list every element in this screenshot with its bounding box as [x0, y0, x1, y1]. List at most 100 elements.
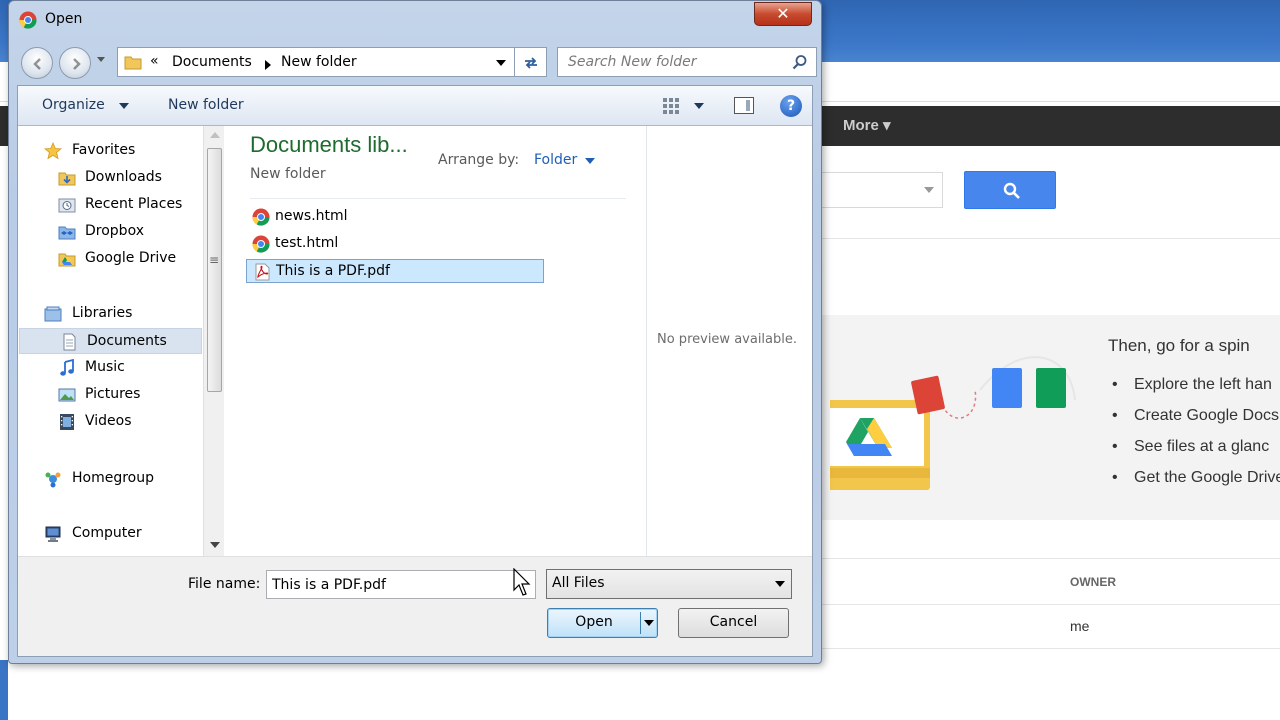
arrange-by-dropdown[interactable]: Folder [534, 152, 577, 168]
recent-locations-caret-icon[interactable] [97, 57, 105, 62]
pdf-file-icon [255, 263, 270, 281]
breadcrumb-new-folder[interactable]: New folder [281, 54, 357, 70]
back-button[interactable] [21, 47, 53, 79]
organize-caret-icon[interactable] [119, 103, 129, 109]
file-name: news.html [275, 208, 348, 224]
file-row[interactable]: test.html [246, 232, 544, 256]
promo-item: Create Google Docs [1112, 407, 1280, 438]
close-icon: ✕ [776, 4, 790, 23]
new-folder-button[interactable]: New folder [168, 97, 244, 113]
open-file-dialog: Open ✕ « Documents New folder Search New… [8, 0, 822, 664]
search-options-caret-icon[interactable] [924, 187, 934, 193]
nav-label: Homegroup [72, 470, 155, 486]
nav-videos[interactable]: Videos [18, 409, 208, 435]
file-row-selected[interactable]: This is a PDF.pdf [246, 259, 544, 283]
scroll-up-icon[interactable] [210, 132, 220, 138]
forward-button[interactable] [59, 47, 91, 79]
address-dropdown-icon[interactable] [496, 60, 506, 66]
scroll-down-icon[interactable] [210, 542, 220, 548]
drive-search-button[interactable] [964, 171, 1056, 209]
breadcrumb-documents[interactable]: Documents [172, 54, 252, 70]
search-placeholder: Search New folder [568, 54, 697, 70]
open-options-caret-icon[interactable] [644, 620, 654, 626]
promo-title: Then, go for a spin [1108, 336, 1250, 355]
command-toolbar: Organize New folder ? [18, 86, 812, 126]
nav-libraries[interactable]: Libraries [18, 301, 208, 327]
file-name: This is a PDF.pdf [276, 263, 390, 279]
organize-button[interactable]: Organize [42, 97, 105, 113]
videos-film-icon [60, 414, 74, 430]
downloads-folder-icon [58, 172, 76, 186]
pictures-icon [58, 388, 76, 402]
more-menu[interactable]: More ▾ [843, 116, 891, 134]
arrange-by-label: Arrange by: [438, 152, 520, 168]
no-preview-message: No preview available. [657, 332, 797, 347]
close-button[interactable]: ✕ [754, 2, 812, 26]
address-bar[interactable]: « Documents New folder [117, 47, 515, 77]
nav-label: Videos [85, 413, 132, 429]
nav-label: Google Drive [85, 250, 177, 266]
music-note-icon [60, 359, 74, 376]
documents-library-icon [63, 333, 76, 351]
dialog-body: Organize New folder ? Favorites Download… [17, 85, 813, 657]
mouse-pointer-icon [513, 568, 531, 596]
nav-label: Dropbox [85, 223, 144, 239]
nav-dropbox[interactable]: Dropbox [18, 219, 208, 245]
nav-music[interactable]: Music [18, 355, 208, 381]
refresh-button[interactable] [515, 47, 547, 77]
scrollbar-thumb[interactable] [207, 148, 222, 392]
preview-pane: No preview available. [646, 126, 812, 556]
divider [780, 648, 1280, 649]
computer-icon [45, 526, 61, 542]
library-subtitle: New folder [250, 166, 326, 182]
dialog-title: Open [45, 11, 83, 27]
chrome-html-icon [252, 235, 270, 253]
dialog-titlebar[interactable]: Open ✕ [9, 1, 821, 39]
nav-documents[interactable]: Documents [19, 328, 202, 354]
breadcrumb-separator-icon[interactable] [265, 60, 271, 70]
nav-pictures[interactable]: Pictures [18, 382, 208, 408]
open-button[interactable]: Open [547, 608, 658, 638]
nav-computer[interactable]: Computer [18, 521, 208, 547]
nav-google-drive[interactable]: Google Drive [18, 246, 208, 272]
cancel-button[interactable]: Cancel [678, 608, 789, 638]
owner-cell: me [1070, 618, 1090, 634]
breadcrumb-overflow[interactable]: « [150, 53, 159, 69]
homegroup-icon [45, 472, 61, 488]
file-type-filter-select[interactable]: All Files [546, 569, 792, 599]
promo-item: Explore the left han [1112, 376, 1280, 407]
folder-icon [124, 56, 142, 70]
nav-pane-scrollbar[interactable] [203, 126, 224, 556]
browser-frame-edge [0, 660, 8, 720]
nav-label: Pictures [85, 386, 141, 402]
view-options-caret-icon[interactable] [694, 103, 704, 109]
nav-recent-places[interactable]: Recent Places [18, 192, 208, 218]
arrow-left-icon [33, 58, 41, 70]
arrange-caret-icon[interactable] [585, 158, 595, 164]
nav-label: Music [85, 359, 125, 375]
dropbox-icon [58, 226, 76, 240]
file-name: test.html [275, 235, 339, 251]
preview-pane-button[interactable] [734, 97, 754, 114]
search-icon [1003, 182, 1020, 199]
promo-item: Get the Google Drive [1112, 469, 1280, 500]
file-name-field[interactable] [266, 570, 536, 599]
nav-downloads[interactable]: Downloads [18, 165, 208, 191]
split-divider [640, 612, 641, 634]
search-icon[interactable] [792, 54, 808, 70]
dropdown-caret-icon [775, 581, 785, 587]
owner-column-header[interactable]: OWNER [1070, 575, 1116, 589]
nav-homegroup[interactable]: Homegroup [18, 466, 208, 492]
help-button[interactable]: ? [780, 95, 802, 117]
arrow-right-icon [73, 58, 81, 70]
drive-promo-illustration [830, 356, 1076, 490]
recent-places-icon [58, 198, 76, 213]
divider [250, 198, 626, 199]
search-input[interactable]: Search New folder [557, 47, 817, 77]
file-row[interactable]: news.html [246, 205, 544, 229]
view-grid-icon[interactable] [662, 97, 682, 115]
nav-label: Favorites [72, 142, 136, 158]
nav-favorites[interactable]: Favorites [18, 138, 208, 164]
libraries-icon [44, 306, 62, 322]
open-button-label: Open [575, 614, 613, 630]
